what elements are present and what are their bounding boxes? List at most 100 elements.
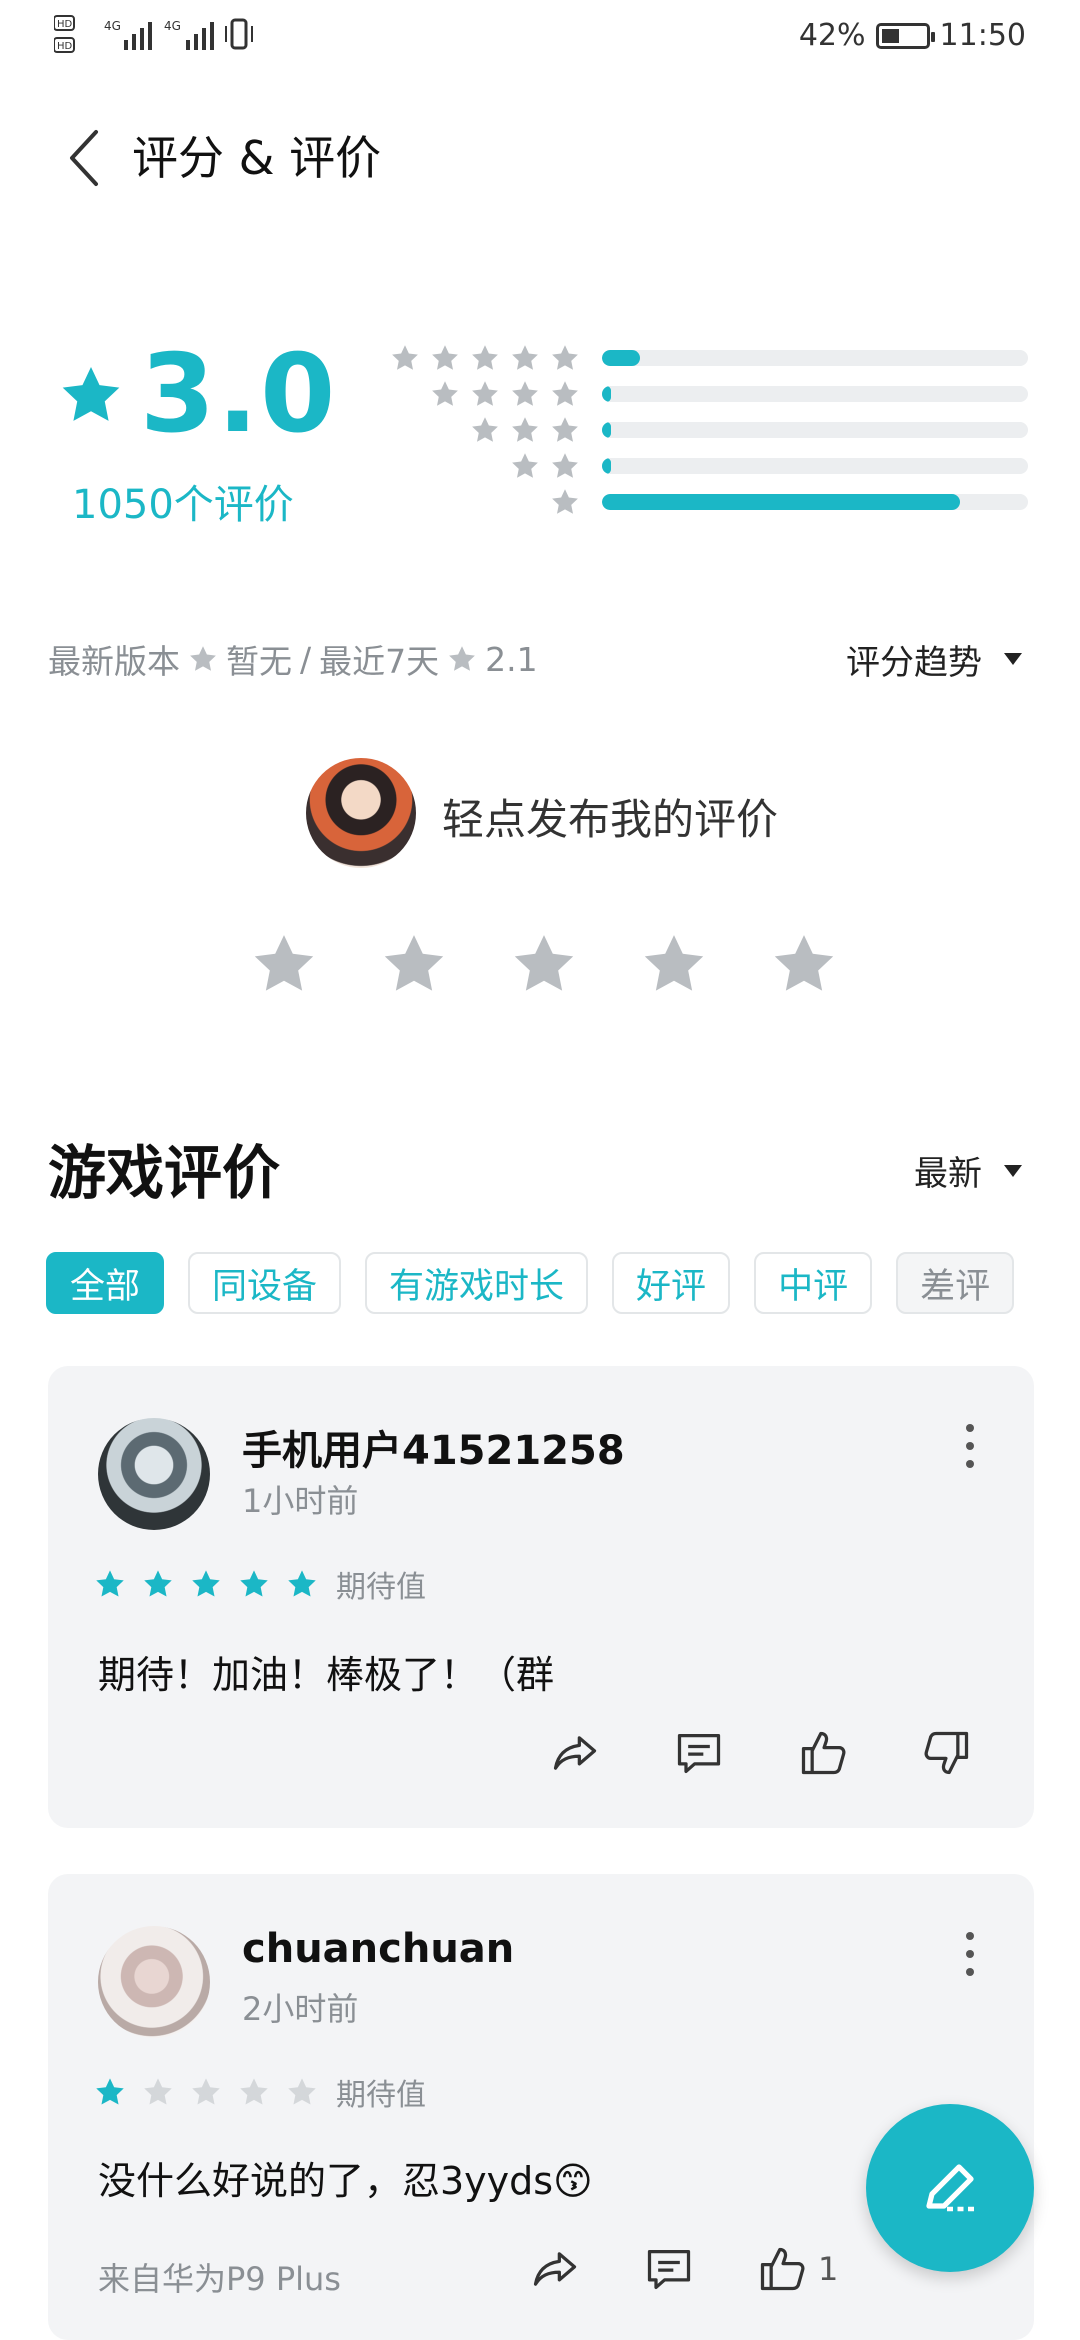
review-text: 期待！加油！棒极了！（群: [98, 1653, 555, 1697]
review-time: 1小时前: [242, 1482, 359, 1520]
svg-text:4G: 4G: [104, 19, 121, 33]
filter-neutral[interactable]: 中评: [754, 1252, 873, 1314]
review-username[interactable]: 手机用户41521258: [242, 1418, 625, 1476]
average-score: 3.0: [140, 332, 338, 457]
filter-negative[interactable]: 差评: [896, 1252, 1015, 1314]
star-icon: [288, 2078, 316, 2105]
section-title: 游戏评价: [48, 1139, 281, 1207]
rate-star-button[interactable]: [640, 930, 708, 998]
svg-text:4G: 4G: [164, 19, 181, 33]
status-right: 42% 11:50: [799, 18, 1026, 53]
filter-chips: 全部 同设备 有游戏时长 好评 中评 差评: [46, 1252, 1015, 1314]
comment-icon: [647, 2250, 691, 2290]
latest-version-value: 暂无: [226, 642, 292, 681]
rating-star-icon: [62, 366, 120, 421]
review-device: 来自华为P9 Plus: [98, 2260, 341, 2298]
distribution-bar-fill: [602, 422, 611, 438]
rate-star-button[interactable]: [510, 930, 578, 998]
star-icon: [512, 453, 538, 478]
review-time: 2小时前: [242, 1990, 359, 2028]
review-tag: 期待值: [336, 2078, 426, 2113]
distribution-bar-fill: [602, 458, 611, 474]
review-stars: 期待值: [94, 2070, 426, 2114]
distribution-row: [380, 448, 1030, 484]
share-button[interactable]: [548, 1726, 602, 1780]
battery-icon: [875, 22, 935, 49]
signal-indicators: HD HD 4G 4G: [53, 14, 264, 63]
status-bar: HD HD 4G 4G 42% 11:50: [0, 0, 1080, 72]
star-icon: [512, 345, 538, 370]
comment-button[interactable]: [642, 2242, 696, 2296]
filter-has-playtime[interactable]: 有游戏时长: [365, 1252, 589, 1314]
write-review-prompt[interactable]: 轻点发布我的评价: [442, 786, 778, 847]
review-username[interactable]: chuanchuan: [242, 1926, 514, 1972]
recent-label: 最近7天: [319, 642, 440, 681]
rate-star-button[interactable]: [250, 930, 318, 998]
distribution-row: [380, 412, 1030, 448]
comment-icon: [677, 1734, 721, 1774]
distribution-bar: [602, 386, 1028, 402]
battery-percent: 42%: [798, 18, 866, 53]
star-icon: [472, 345, 498, 370]
caret-down-icon: [1004, 1164, 1022, 1177]
rating-count: 1050个评价: [72, 482, 294, 528]
sort-dropdown[interactable]: 最新: [914, 1146, 1022, 1195]
star-icon: [144, 2078, 172, 2105]
compose-review-button[interactable]: [866, 2104, 1034, 2272]
distribution-bar: [602, 422, 1028, 438]
star-icon: [432, 381, 458, 406]
filter-all[interactable]: 全部: [46, 1252, 165, 1314]
more-vertical-icon[interactable]: [966, 1424, 974, 1478]
distribution-bar-fill: [602, 386, 611, 402]
recent-value: 2.1: [485, 639, 538, 679]
star-icon: [192, 2078, 220, 2105]
more-vertical-icon[interactable]: [966, 1932, 974, 1986]
filter-same-device[interactable]: 同设备: [188, 1252, 342, 1314]
caret-down-icon: [1004, 653, 1022, 665]
distribution-bar-fill: [602, 350, 641, 366]
star-icon: [512, 417, 538, 442]
star-icon: [552, 417, 578, 442]
share-button[interactable]: [528, 2242, 582, 2296]
like-count: 1: [818, 2250, 839, 2288]
review-card: 手机用户41521258 1小时前 期待值 期待！加油！棒极了！（群: [48, 1366, 1034, 1828]
star-icon: [392, 345, 418, 370]
share-icon: [553, 1736, 597, 1770]
review-actions: [548, 1726, 974, 1780]
latest-version-label: 最新版本: [48, 642, 180, 681]
distribution-bar: [602, 494, 1028, 510]
pen-icon: [926, 2164, 974, 2212]
rate-star-button[interactable]: [770, 930, 838, 998]
star-icon: [512, 381, 538, 406]
review-actions: 1: [528, 2242, 838, 2296]
star-icon: [144, 1570, 172, 1597]
comment-button[interactable]: [672, 1726, 726, 1780]
distribution-bar: [602, 350, 1028, 366]
rating-trend-dropdown[interactable]: 评分趋势: [846, 636, 1022, 683]
star-icon: [472, 417, 498, 442]
star-icon: [190, 646, 216, 671]
filter-positive[interactable]: 好评: [612, 1252, 731, 1314]
dislike-button[interactable]: [920, 1726, 974, 1780]
clock: 11:50: [939, 18, 1026, 53]
signal-icon: HD HD 4G 4G: [53, 15, 253, 53]
avatar: [98, 1926, 210, 2038]
distribution-row: [380, 340, 1030, 376]
star-icon: [552, 489, 578, 514]
avatar: [98, 1418, 210, 1530]
version-ratings: 最新版本 暂无 / 最近7天 2.1: [48, 636, 538, 682]
share-icon: [533, 2252, 577, 2286]
thumbs-up-icon: [760, 2247, 805, 2291]
like-button[interactable]: [796, 1726, 850, 1780]
thumbs-down-icon: [924, 1731, 969, 1775]
separator: /: [300, 639, 312, 679]
star-icon: [288, 1570, 316, 1597]
star-icon: [96, 2078, 124, 2105]
star-icon: [432, 345, 458, 370]
back-button[interactable]: [66, 128, 102, 188]
rate-star-button[interactable]: [380, 930, 448, 998]
star-icon: [240, 2078, 268, 2105]
like-button[interactable]: 1: [756, 2242, 838, 2296]
review-tag: 期待值: [336, 1570, 426, 1605]
star-icon: [96, 1570, 124, 1597]
